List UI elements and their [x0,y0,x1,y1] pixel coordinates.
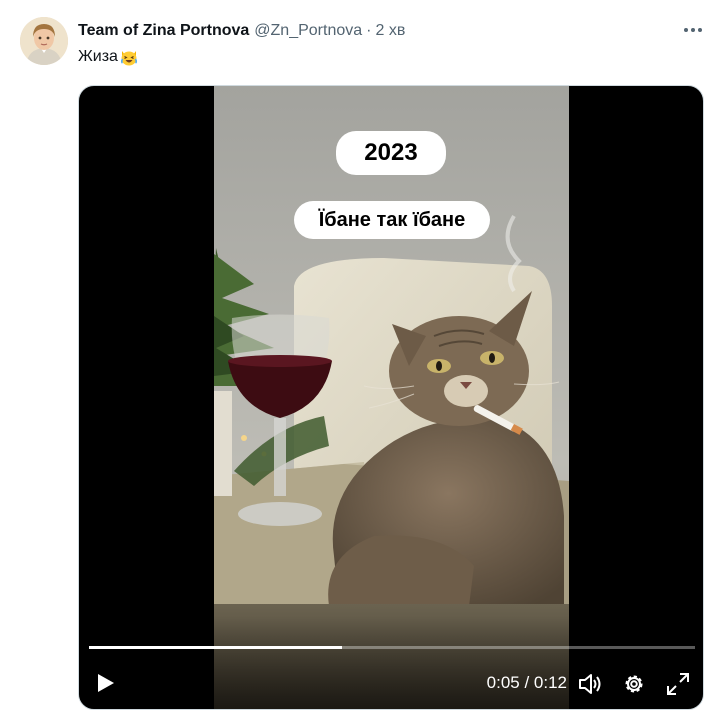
time-separator: / [519,673,534,692]
tweet-text-content: Жиза [78,48,118,65]
separator-dot: · [366,22,372,39]
avatar-image [20,17,68,65]
video-overlay-caption: Їбане так їбане [294,201,490,239]
timestamp[interactable]: 2 хв [375,22,405,40]
time-readout: 0:05 / 0:12 [471,673,567,695]
video-overlay-year: 2023 [336,131,446,175]
gear-icon[interactable] [621,671,647,697]
tweet-header: Team of Zina Portnova @Zn_Portnova · 2 х… [78,21,405,41]
tweet-text: Жиза [78,46,139,68]
progress-bar-fill [89,646,342,649]
play-icon[interactable] [93,671,117,695]
volume-icon[interactable] [577,671,603,697]
more-options-icon[interactable] [680,20,706,40]
controls-gradient [79,616,703,709]
video-player[interactable]: 2023 Їбане так їбане 0:05 / 0:12 [78,85,704,710]
user-handle[interactable]: @Zn_Portnova [254,22,362,40]
current-time: 0:05 [486,673,520,692]
progress-bar[interactable] [89,646,695,649]
avatar[interactable] [20,17,68,65]
duration: 0:12 [533,673,567,692]
fullscreen-icon[interactable] [665,671,691,697]
tweet-card[interactable]: Team of Zina Portnova @Zn_Portnova · 2 х… [0,0,722,723]
laughing-crying-cat-emoji-icon [119,47,139,67]
display-name[interactable]: Team of Zina Portnova [78,22,249,40]
